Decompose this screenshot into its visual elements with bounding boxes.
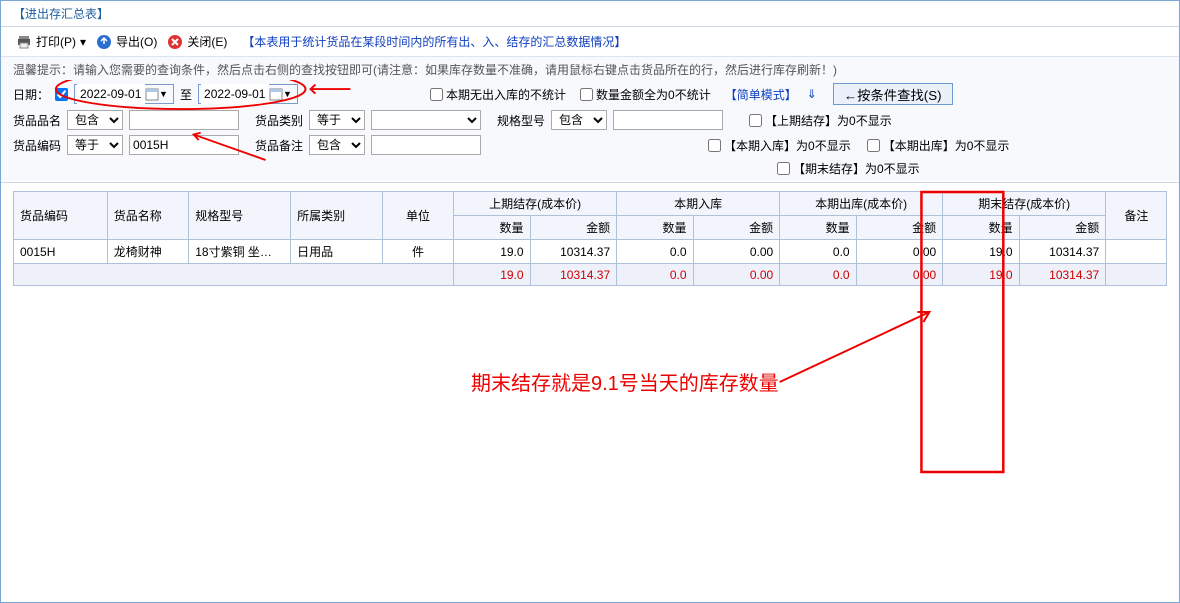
calendar-icon <box>269 87 283 101</box>
prev-zero-checkbox[interactable] <box>749 114 762 127</box>
tip-text: 温馨提示：请输入您需要的查询条件，然后点击右侧的查找按钮即可(请注意：如果库存数… <box>1 57 1179 80</box>
end-zero-checkbox[interactable] <box>777 162 790 175</box>
filter-panel: 日期： ▼ 至 ▼ 本期无出入库的不统计 数量金额全为0不统计 【简单模式】 ⇓… <box>1 80 1179 180</box>
toolbar-description: 【本表用于统计货品在某段时间内的所有出、入、结存的汇总数据情况】 <box>242 33 626 50</box>
spec-input[interactable] <box>613 110 723 130</box>
app-window: 【进出存汇总表】 打印(P) ▾ 导出(O) 关闭(E) 【本表用于统计货品在某… <box>0 0 1180 603</box>
grid-area: 货品编码 货品名称 规格型号 所属类别 单位 上期结存(成本价) 本期入库 本期… <box>1 182 1179 602</box>
header-row-1: 货品编码 货品名称 规格型号 所属类别 单位 上期结存(成本价) 本期入库 本期… <box>14 192 1167 216</box>
date-to-label: 至 <box>180 86 192 103</box>
prod-cat-val-select[interactable] <box>371 110 481 130</box>
annotation-text: 期末结存就是9.1号当天的库存数量 <box>471 367 779 396</box>
arrow-down-icon: ⇓ <box>807 87 817 101</box>
export-icon <box>96 34 112 50</box>
calendar-icon <box>145 87 159 101</box>
table-row[interactable]: 0015H 龙椅财神 18寸紫铜 坐… 日用品 件 19.0 10314.37 … <box>14 240 1167 264</box>
filter-row-4: 【期末结存】为0不显示 <box>13 160 1167 177</box>
simple-mode-link[interactable]: 【简单模式】 <box>725 86 797 103</box>
prod-cat-op-select[interactable]: 等于 <box>309 110 365 130</box>
export-button[interactable]: 导出(O) <box>93 31 160 52</box>
prod-name-input[interactable] <box>129 110 239 130</box>
date-label: 日期： <box>13 86 49 103</box>
close-button[interactable]: 关闭(E) <box>164 31 230 52</box>
dropdown-arrow-icon: ▼ <box>159 89 168 99</box>
remark-op-select[interactable]: 包含 <box>309 135 365 155</box>
filter-row-2: 货品品名 包含 货品类别 等于 规格型号 包含 【上期结存】为0不显示 <box>13 110 1167 130</box>
remark-input[interactable] <box>371 135 481 155</box>
filter-row-3: 货品编码 等于 货品备注 包含 【本期入库】为0不显示 【本期出库】为0不显示 <box>13 135 1167 155</box>
summary-row: 19.0 10314.37 0.0 0.00 0.0 0.00 19.0 103… <box>14 264 1167 286</box>
data-table: 货品编码 货品名称 规格型号 所属类别 单位 上期结存(成本价) 本期入库 本期… <box>13 191 1167 286</box>
dropdown-arrow-icon: ▼ <box>283 89 292 99</box>
spec-op-select[interactable]: 包含 <box>551 110 607 130</box>
filter-row-1: 日期： ▼ 至 ▼ 本期无出入库的不统计 数量金额全为0不统计 【简单模式】 ⇓… <box>13 83 1167 105</box>
window-title: 【进出存汇总表】 <box>1 1 1179 27</box>
prod-code-input[interactable] <box>129 135 239 155</box>
date-checkbox[interactable] <box>55 88 68 101</box>
print-button[interactable]: 打印(P) ▾ <box>13 31 89 52</box>
date-from-input[interactable]: ▼ <box>74 84 174 104</box>
zero-checkbox[interactable] <box>580 88 593 101</box>
search-button[interactable]: ←按条件查找(S) <box>833 83 953 105</box>
no-io-checkbox[interactable] <box>430 88 443 101</box>
date-to-input[interactable]: ▼ <box>198 84 298 104</box>
printer-icon <box>16 34 32 50</box>
prod-name-op-select[interactable]: 包含 <box>67 110 123 130</box>
dropdown-arrow-icon: ▾ <box>80 35 86 49</box>
prod-code-op-select[interactable]: 等于 <box>67 135 123 155</box>
close-icon <box>167 34 183 50</box>
out-zero-checkbox[interactable] <box>867 139 880 152</box>
in-zero-checkbox[interactable] <box>708 139 721 152</box>
toolbar: 打印(P) ▾ 导出(O) 关闭(E) 【本表用于统计货品在某段时间内的所有出、… <box>1 27 1179 57</box>
